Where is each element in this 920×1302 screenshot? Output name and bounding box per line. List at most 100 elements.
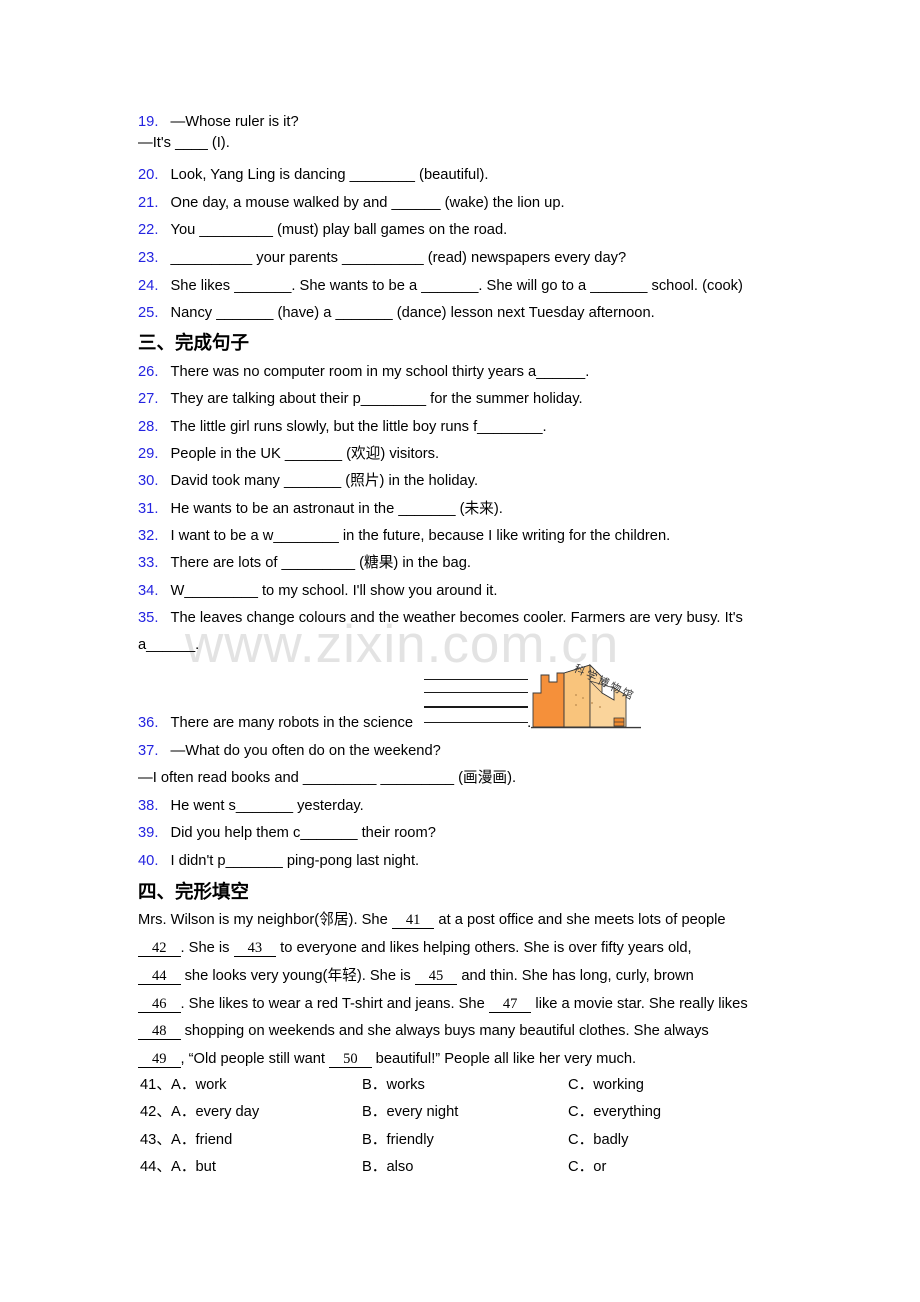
question-34: 34. W_________ to my school. I'll show y… — [138, 582, 497, 600]
question-text: Look, Yang Ling is dancing ________ (bea… — [170, 167, 489, 183]
question-text: She likes _______. She wants to be a ___… — [170, 278, 743, 294]
question-28: 28. The little girl runs slowly, but the… — [138, 418, 547, 436]
question-number: 26. — [138, 364, 159, 380]
cloze-blank-48[interactable]: 48 — [138, 1023, 181, 1040]
question-number: 33. — [138, 555, 159, 571]
question-30: 30. David took many _______ (照片) in the … — [138, 472, 478, 490]
answer-rule-line — [424, 679, 528, 681]
cloze-text: Mrs. Wilson is my neighbor(邻居). She — [138, 912, 392, 928]
question-39: 39. Did you help them c_______ their roo… — [138, 824, 436, 842]
cloze-blank-47[interactable]: 47 — [488, 996, 532, 1013]
question-text: He wants to be an astronaut in the _____… — [170, 501, 503, 517]
cloze-blank-46[interactable]: 46 — [138, 996, 181, 1013]
cloze-blank-50[interactable]: 50 — [329, 1051, 372, 1068]
cloze-text: at a post office and she meets lots of p… — [434, 912, 726, 928]
choice-42-c[interactable]: C．everything — [568, 1103, 661, 1121]
question-text: There was no computer room in my school … — [170, 364, 590, 380]
choice-41-c[interactable]: C．working — [568, 1076, 644, 1094]
question-36: 36. There are many robots in the science… — [138, 714, 531, 732]
choice-row-43: 43、A．friend B．friendly C．badly — [140, 1131, 840, 1149]
question-text: People in the UK _______ (欢迎) visitors. — [170, 446, 440, 462]
section-heading-4: 四、完形填空 — [138, 882, 250, 903]
question-text: —Whose ruler is it? — [170, 114, 299, 130]
question-number: 25. — [138, 305, 159, 321]
question-text: W_________ to my school. I'll show you a… — [170, 583, 498, 599]
choice-41-b[interactable]: B．works — [362, 1076, 425, 1094]
choice-row-42: 42、A．every day B．every night C．everythin… — [140, 1103, 840, 1121]
question-text: One day, a mouse walked by and ______ (w… — [170, 195, 565, 211]
cloze-blank-41[interactable]: 41 — [391, 912, 435, 929]
cloze-text: shopping on weekends and she always buys… — [180, 1023, 709, 1039]
question-number: 29. — [138, 446, 159, 462]
cloze-line-2: 42. She is 43 to everyone and likes help… — [138, 939, 692, 957]
question-number: 24. — [138, 278, 159, 294]
question-37-continuation: —I often read books and _________ ______… — [138, 770, 517, 786]
question-text: David took many _______ (照片) in the holi… — [170, 473, 479, 489]
cloze-blank-42[interactable]: 42 — [138, 940, 181, 957]
question-37: 37. —What do you often do on the weekend… — [138, 742, 441, 760]
question-text: __________ your parents __________ (read… — [170, 250, 627, 266]
choice-44-b[interactable]: B．also — [362, 1158, 413, 1176]
question-29: 29. People in the UK _______ (欢迎) visito… — [138, 445, 439, 463]
section-heading-3: 三、完成句子 — [138, 333, 250, 354]
choice-41-a[interactable]: 41、A．work — [140, 1076, 227, 1094]
question-number: 39. — [138, 825, 159, 841]
choice-44-a[interactable]: 44、A．but — [140, 1158, 216, 1176]
question-23: 23. __________ your parents __________ (… — [138, 249, 626, 267]
choice-43-b[interactable]: B．friendly — [362, 1131, 434, 1149]
cloze-line-4: 46. She likes to wear a red T-shirt and … — [138, 995, 748, 1013]
question-19: 19. —Whose ruler is it? — [138, 113, 299, 131]
choice-43-a[interactable]: 43、A．friend — [140, 1131, 232, 1149]
choice-44-c[interactable]: C．or — [568, 1158, 606, 1176]
question-26: 26. There was no computer room in my sch… — [138, 363, 589, 381]
cloze-line-6: 49, “Old people still want 50 beautiful!… — [138, 1050, 636, 1068]
question-text: —What do you often do on the weekend? — [170, 743, 441, 759]
cloze-blank-49[interactable]: 49 — [138, 1051, 181, 1068]
question-number: 30. — [138, 473, 159, 489]
question-number: 34. — [138, 583, 159, 599]
question-number: 19. — [138, 114, 159, 130]
question-20: 20. Look, Yang Ling is dancing ________ … — [138, 166, 488, 184]
question-27: 27. They are talking about their p______… — [138, 390, 583, 408]
question-text: They are talking about their p________ f… — [170, 391, 583, 407]
question-40: 40. I didn't p_______ ping-pong last nig… — [138, 852, 419, 870]
choice-row-44: 44、A．but B．also C．or — [140, 1158, 840, 1176]
question-text: Did you help them c_______ their room? — [170, 825, 436, 841]
cloze-blank-44[interactable]: 44 — [138, 968, 181, 985]
question-text: Nancy _______ (have) a _______ (dance) l… — [170, 305, 655, 321]
choice-option-a: A．friend — [171, 1132, 233, 1148]
question-text: I didn't p_______ ping-pong last night. — [170, 853, 420, 869]
choice-option-a: A．work — [171, 1077, 227, 1093]
cloze-text: . She is — [180, 940, 234, 956]
choice-number: 44、 — [140, 1159, 172, 1175]
exam-page: www.zixin.com.cn 19. —Whose ruler is it?… — [0, 0, 920, 1302]
choice-43-c[interactable]: C．badly — [568, 1131, 628, 1149]
cloze-text: , “Old people still want — [180, 1051, 330, 1067]
choice-42-a[interactable]: 42、A．every day — [140, 1103, 259, 1121]
choice-option-a: A．but — [171, 1159, 216, 1175]
question-33: 33. There are lots of _________ (糖果) in … — [138, 554, 471, 572]
cloze-text: to everyone and likes helping others. Sh… — [276, 940, 692, 956]
question-31: 31. He wants to be an astronaut in the _… — [138, 500, 503, 518]
cloze-blank-45[interactable]: 45 — [414, 968, 458, 985]
choice-number: 41、 — [140, 1077, 172, 1093]
question-number: 38. — [138, 798, 159, 814]
choice-42-b[interactable]: B．every night — [362, 1103, 458, 1121]
answer-rule-line — [424, 706, 528, 708]
question-35: 35. The leaves change colours and the we… — [138, 609, 743, 627]
cloze-text: . She likes to wear a red T-shirt and je… — [180, 996, 489, 1012]
question-text: There are many robots in the science — [170, 715, 413, 731]
cloze-blank-43[interactable]: 43 — [233, 940, 277, 957]
choice-row-41: 41、A．work B．works C．working — [140, 1076, 840, 1094]
question-25: 25. Nancy _______ (have) a _______ (danc… — [138, 304, 655, 322]
question-38: 38. He went s_______ yesterday. — [138, 797, 364, 815]
cloze-line-3: 44 she looks very young(年轻). She is 45 a… — [138, 967, 694, 985]
question-number: 31. — [138, 501, 159, 517]
question-number: 23. — [138, 250, 159, 266]
question-22: 22. You _________ (must) play ball games… — [138, 221, 507, 239]
question-text: The little girl runs slowly, but the lit… — [170, 419, 547, 435]
question-number: 40. — [138, 853, 159, 869]
cloze-text: and thin. She has long, curly, brown — [457, 968, 694, 984]
question-number: 37. — [138, 743, 159, 759]
question-text: You _________ (must) play ball games on … — [170, 222, 508, 238]
